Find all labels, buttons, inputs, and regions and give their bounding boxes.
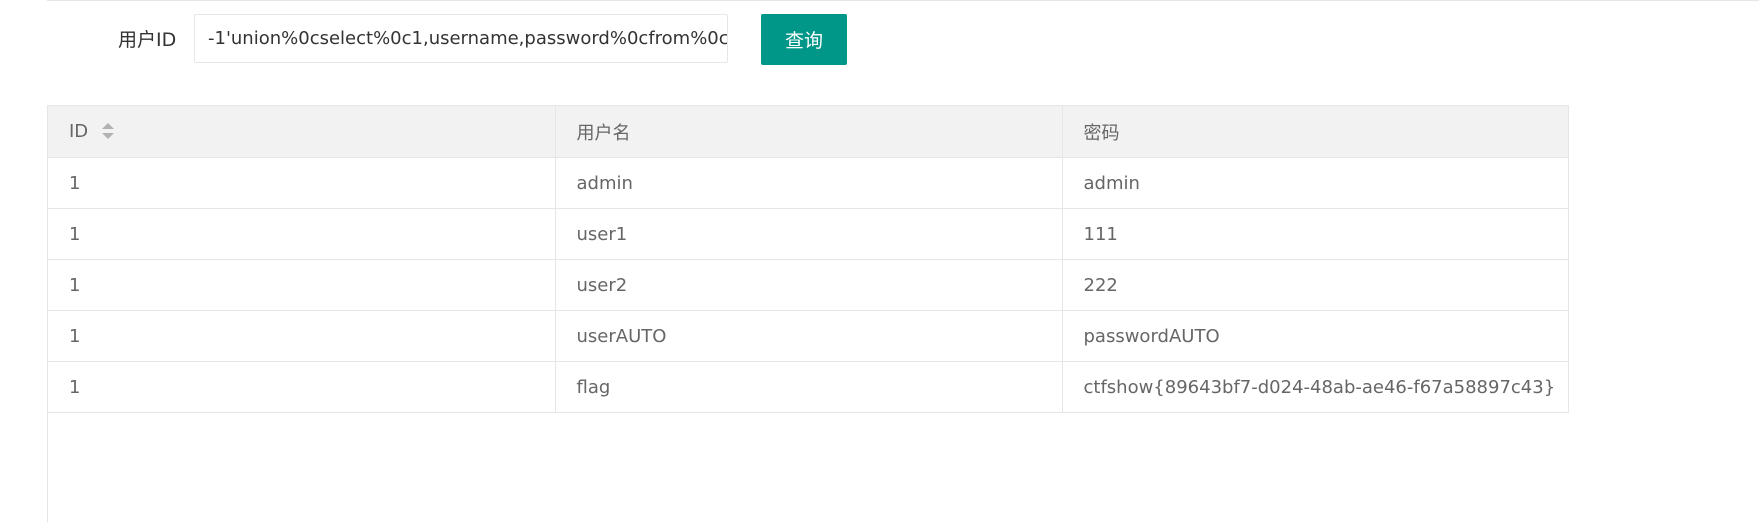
cell-username: user2 — [554, 259, 1063, 311]
cell-id: 1 — [48, 157, 556, 209]
cell-id: 1 — [48, 310, 556, 362]
table-header-row: ID 用户名 密码 — [48, 105, 1569, 158]
column-header-username: 用户名 — [554, 105, 1063, 158]
cell-password: ctfshow{89643bf7-d024-48ab-ae46-f67a5889… — [1061, 361, 1569, 413]
cell-password: admin — [1061, 157, 1569, 209]
cell-id: 1 — [48, 208, 556, 260]
column-header-label: 用户名 — [576, 122, 631, 144]
cell-password: 222 — [1061, 259, 1569, 311]
column-header-label: ID — [69, 121, 89, 142]
cell-username: userAUTO — [554, 310, 1063, 362]
cell-id: 1 — [48, 361, 556, 413]
table-row: 1 admin admin — [48, 157, 1569, 209]
sort-icon[interactable] — [102, 123, 115, 139]
cell-username: user1 — [554, 208, 1063, 260]
cell-username: flag — [554, 361, 1063, 413]
cell-username: admin — [554, 157, 1063, 209]
cell-password: 111 — [1061, 208, 1569, 260]
cell-id: 1 — [48, 259, 556, 311]
search-form: 用户ID 查询 — [0, 14, 1000, 65]
results-table: ID 用户名 密码 1 admin admin 1 user1 111 1 us… — [48, 105, 1569, 413]
column-header-id[interactable]: ID — [48, 105, 556, 158]
table-row: 1 flag ctfshow{89643bf7-d024-48ab-ae46-f… — [48, 361, 1569, 413]
user-id-label: 用户ID — [118, 29, 177, 51]
cell-password: passwordAUTO — [1061, 310, 1569, 362]
query-button[interactable]: 查询 — [761, 14, 847, 65]
table-row: 1 user2 222 — [48, 259, 1569, 311]
user-id-input[interactable] — [194, 14, 728, 63]
top-divider — [47, 0, 1759, 1]
column-header-password: 密码 — [1061, 105, 1569, 158]
results-table-container: ID 用户名 密码 1 admin admin 1 user1 111 1 us… — [47, 105, 1759, 522]
column-header-label: 密码 — [1083, 122, 1120, 144]
table-row: 1 user1 111 — [48, 208, 1569, 260]
table-row: 1 userAUTO passwordAUTO — [48, 310, 1569, 362]
